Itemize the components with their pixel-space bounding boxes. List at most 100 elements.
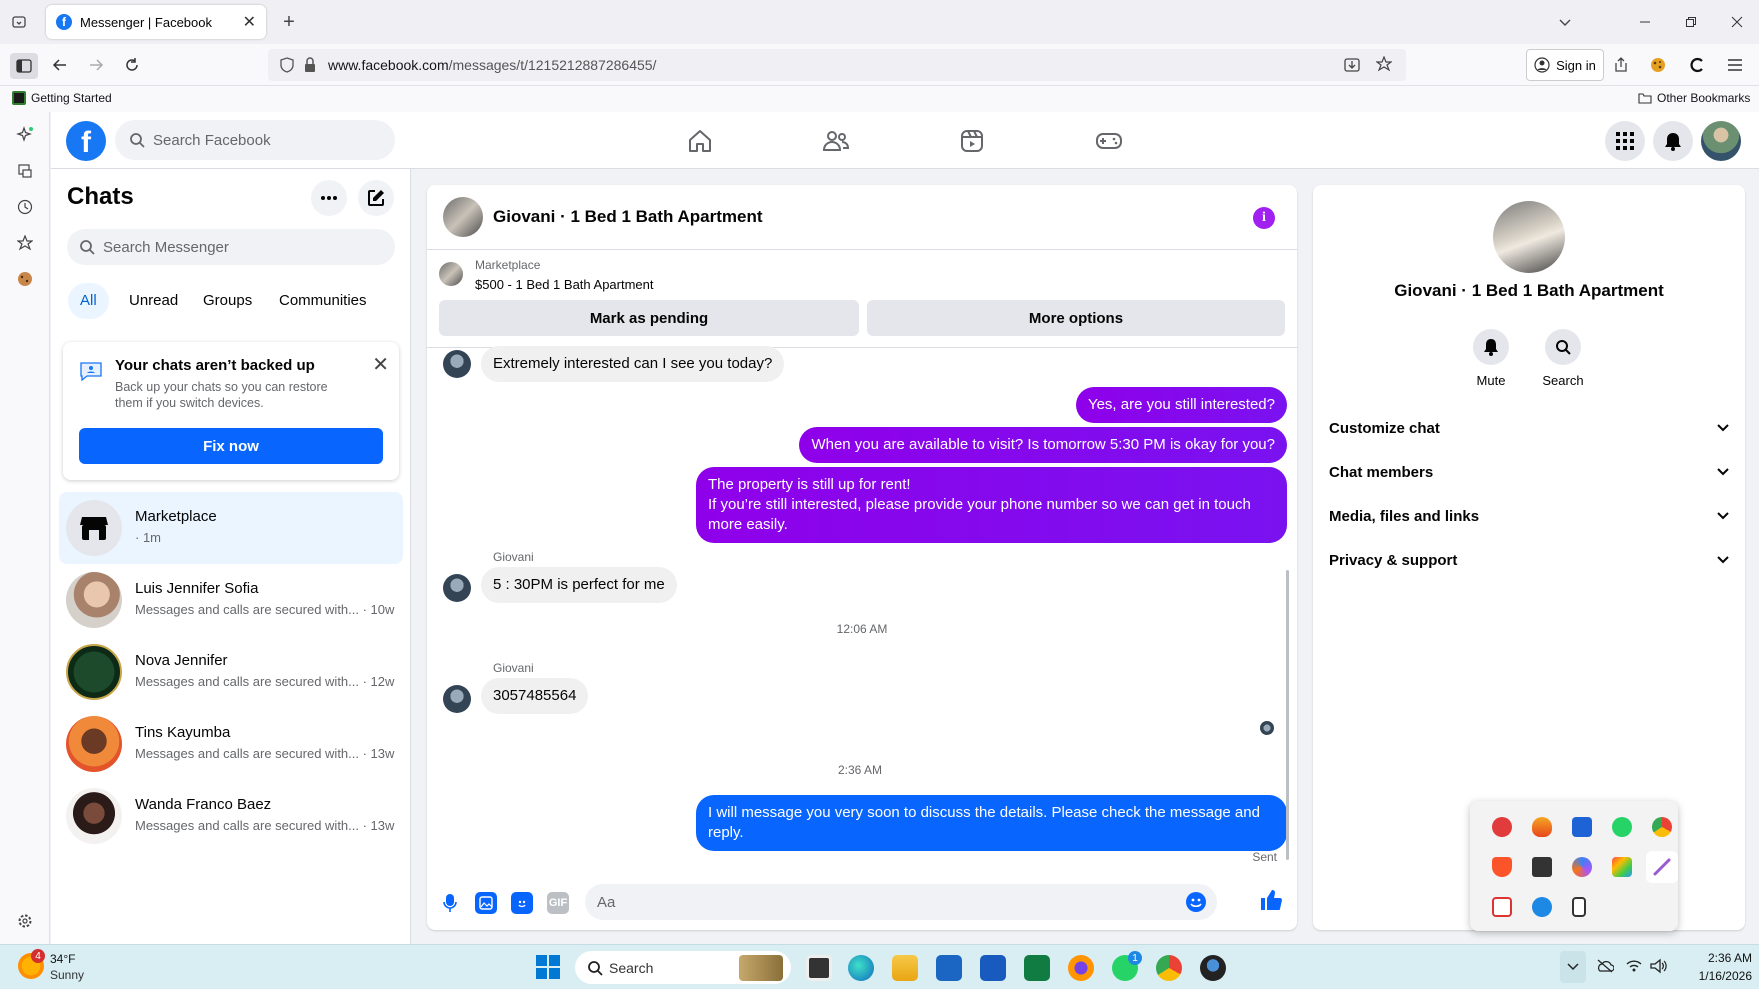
tracking-shield-icon[interactable] [280, 57, 294, 73]
filter-unread[interactable]: Unread [117, 283, 190, 319]
sticker-icon[interactable] [511, 892, 533, 914]
chat-item-luis-jennifer-sofia[interactable]: Luis Jennifer Sofia Messages and calls a… [59, 564, 403, 636]
sign-in-button[interactable]: Sign in [1526, 49, 1604, 81]
tray-pdf-icon[interactable] [1492, 897, 1512, 917]
tray-shield-icon[interactable] [1532, 897, 1552, 917]
sender-avatar[interactable] [443, 685, 471, 713]
section-customize-chat[interactable]: Customize chat [1329, 408, 1729, 448]
section-privacy-support[interactable]: Privacy & support [1329, 540, 1729, 580]
mark-as-pending-button[interactable]: Mark as pending [439, 300, 859, 336]
backup-close-icon[interactable]: ✕ [372, 352, 389, 377]
tray-brave-icon[interactable] [1492, 857, 1512, 877]
onedrive-offline-icon[interactable] [1596, 959, 1614, 973]
lock-icon[interactable] [304, 57, 316, 73]
sender-avatar[interactable] [443, 350, 471, 378]
forward-icon[interactable] [85, 54, 107, 76]
browser-tab-messenger[interactable]: f Messenger | Facebook ✕ [46, 5, 266, 39]
gif-icon[interactable]: GIF [547, 892, 569, 914]
conversation-avatar[interactable] [443, 197, 483, 237]
sender-avatar[interactable] [443, 574, 471, 602]
new-message-button[interactable] [358, 180, 394, 216]
section-chat-members[interactable]: Chat members [1329, 452, 1729, 492]
chat-item-nova-jennifer[interactable]: Nova Jennifer Messages and calls are sec… [59, 636, 403, 708]
windows-start-icon[interactable] [536, 955, 560, 979]
weather-temp[interactable]: 34°F [50, 952, 75, 966]
volume-icon[interactable] [1650, 958, 1668, 974]
new-tab-icon[interactable]: + [278, 11, 300, 33]
listing-title[interactable]: $500 - 1 Bed 1 Bath Apartment [475, 277, 654, 292]
taskbar-search-input[interactable]: Search [575, 951, 791, 984]
cookie-extension-icon[interactable] [1647, 54, 1669, 76]
microsoft-store-icon[interactable] [936, 955, 962, 981]
gaming-icon[interactable] [1094, 126, 1124, 156]
chat-item-wanda-franco-baez[interactable]: Wanda Franco Baez Messages and calls are… [59, 780, 403, 852]
extensions-share-icon[interactable] [1610, 54, 1632, 76]
app-icon[interactable] [1200, 955, 1226, 981]
file-explorer-icon[interactable] [892, 955, 918, 981]
tray-whatsapp-icon[interactable] [1612, 817, 1632, 837]
chats-options-button[interactable] [311, 180, 347, 216]
emoji-icon[interactable] [1185, 891, 1207, 913]
minimize-window-icon[interactable] [1634, 11, 1656, 33]
weather-desc[interactable]: Sunny [50, 968, 84, 982]
filter-groups[interactable]: Groups [191, 283, 264, 319]
tab-close-icon[interactable]: ✕ [243, 12, 256, 32]
chat-info-avatar[interactable] [1493, 201, 1565, 273]
tray-copilot-icon[interactable] [1572, 857, 1592, 877]
tray-app-red-icon[interactable] [1492, 817, 1512, 837]
friends-icon[interactable] [821, 126, 851, 156]
task-view-icon[interactable] [806, 955, 832, 981]
ai-sparkle-icon[interactable] [14, 124, 36, 146]
tab-list-icon[interactable] [8, 11, 30, 33]
cookie-sidebar-icon[interactable] [14, 268, 36, 290]
home-icon[interactable] [685, 126, 715, 156]
section-media-files-links[interactable]: Media, files and links [1329, 496, 1729, 536]
save-to-pocket-icon[interactable] [1344, 57, 1360, 73]
excel-icon[interactable] [1024, 955, 1050, 981]
c-extension-icon[interactable] [1686, 54, 1708, 76]
tray-colorful-app-icon[interactable] [1612, 857, 1632, 877]
more-options-button[interactable]: More options [867, 300, 1285, 336]
bookmark-star-icon[interactable] [1376, 56, 1392, 72]
tray-drive-icon[interactable] [1572, 897, 1586, 917]
bookmark-other[interactable]: Other Bookmarks [1638, 91, 1750, 105]
filter-all[interactable]: All [68, 283, 109, 319]
tray-pen-icon[interactable] [1646, 851, 1678, 883]
chat-item-marketplace[interactable]: Marketplace · 1m [59, 492, 403, 564]
firefox-icon[interactable] [1068, 955, 1094, 981]
facebook-logo-icon[interactable]: f [66, 121, 106, 161]
search-in-chat-button[interactable]: Search [1533, 329, 1593, 388]
video-watch-icon[interactable] [957, 126, 987, 156]
messenger-search-input[interactable]: Search Messenger [67, 229, 395, 265]
history-clock-icon[interactable] [14, 196, 36, 218]
taskbar-clock-date[interactable]: 1/16/2026 [1680, 969, 1752, 983]
menu-grid-icon[interactable] [1605, 121, 1645, 161]
settings-gear-icon[interactable] [14, 910, 36, 932]
tray-chrome-icon[interactable] [1652, 817, 1672, 837]
word-icon[interactable] [980, 955, 1006, 981]
close-window-icon[interactable] [1726, 11, 1748, 33]
filter-communities[interactable]: Communities [267, 283, 379, 319]
thumbs-up-icon[interactable] [1259, 888, 1283, 912]
tray-usb-icon[interactable] [1532, 857, 1552, 877]
message-scrollbar[interactable] [1286, 570, 1289, 860]
tab-overflow-chevron-icon[interactable] [1554, 11, 1576, 33]
tray-flame-icon[interactable] [1532, 817, 1552, 837]
bookmark-getting-started[interactable]: Getting Started [12, 91, 112, 105]
bookmarks-star-icon[interactable] [14, 232, 36, 254]
conversation-info-icon[interactable]: i [1253, 207, 1275, 229]
menu-hamburger-icon[interactable] [1724, 54, 1746, 76]
notifications-bell-icon[interactable] [1653, 121, 1693, 161]
show-hidden-icons-chevron-icon[interactable] [1560, 951, 1586, 983]
tray-info-icon[interactable] [1572, 817, 1592, 837]
message-input[interactable]: Aa [585, 884, 1217, 920]
wifi-icon[interactable] [1626, 959, 1642, 973]
taskbar-clock-time[interactable]: 2:36 AM [1680, 951, 1752, 965]
chat-item-tins-kayumba[interactable]: Tins Kayumba Messages and calls are secu… [59, 708, 403, 780]
back-icon[interactable] [49, 54, 71, 76]
restore-window-icon[interactable] [1680, 11, 1702, 33]
synced-tabs-icon[interactable] [14, 160, 36, 182]
conversation-title[interactable]: Giovani · 1 Bed 1 Bath Apartment [493, 207, 763, 227]
sidebar-toggle-icon[interactable] [10, 53, 38, 79]
reload-icon[interactable] [121, 54, 143, 76]
